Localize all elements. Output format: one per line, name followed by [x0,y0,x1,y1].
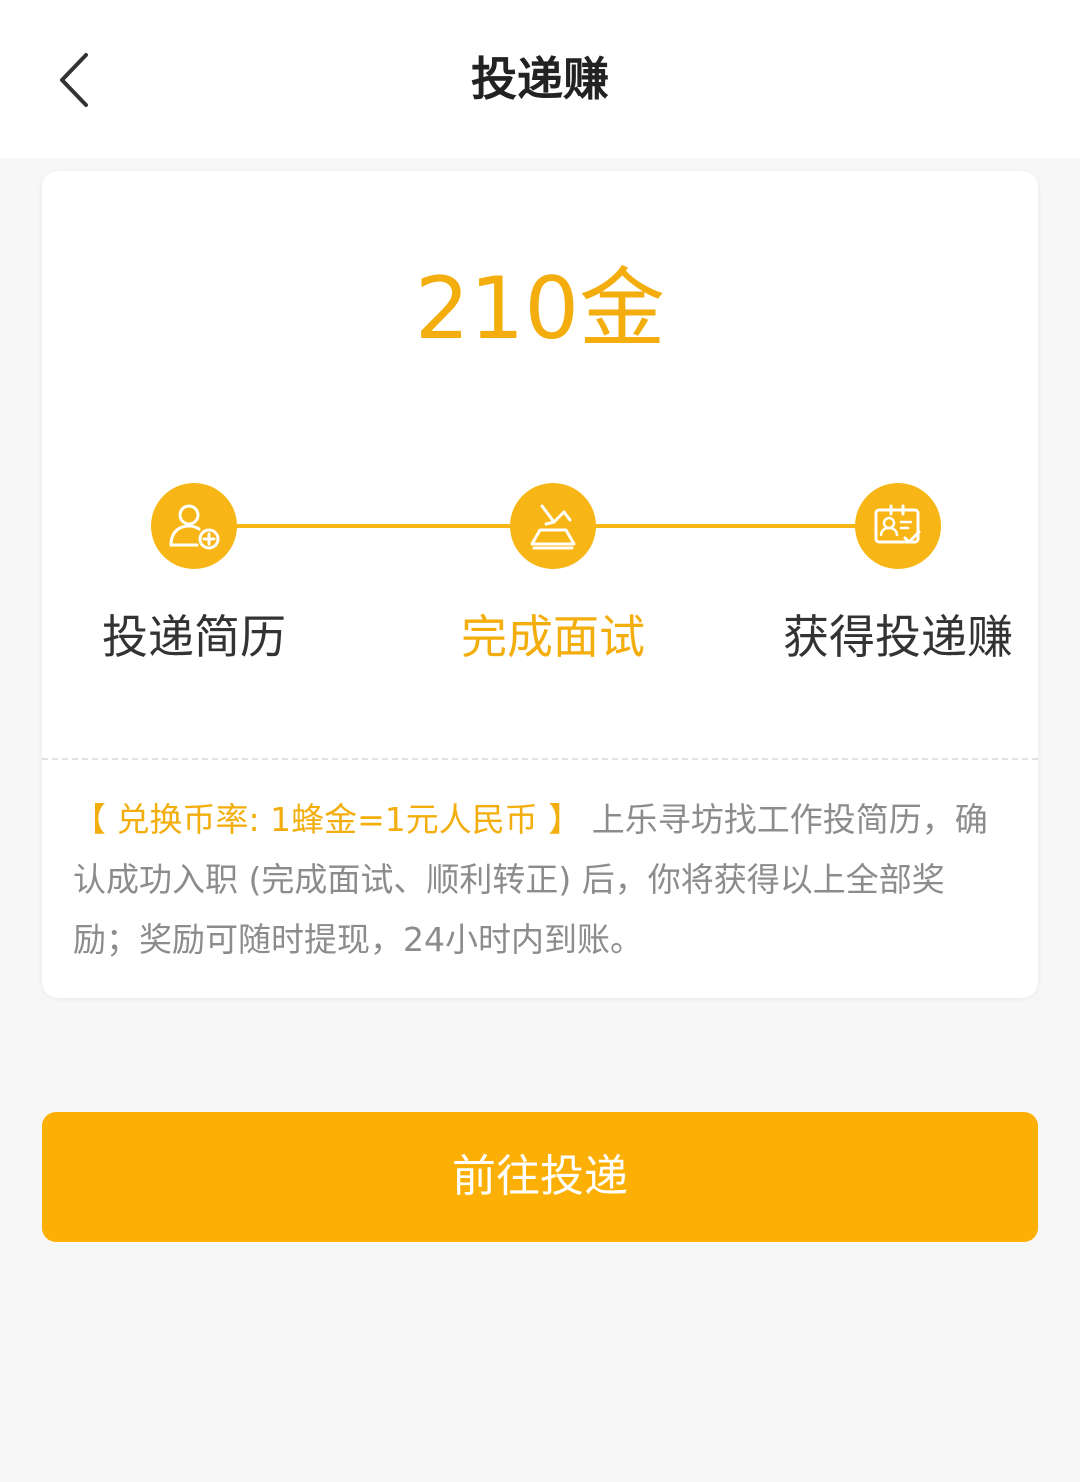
step-label-submit-resume: 投递简历 [102,610,286,664]
step-submit-resume: 投递简历 [44,439,344,664]
reward-amount: 210金 [414,259,666,359]
step-circle [510,483,596,569]
top-bar: 投递赚 [0,0,1080,158]
chevron-left-icon [60,53,88,107]
step-earn-reward: 获得投递赚 [748,439,1038,664]
dashed-divider [42,758,1038,760]
back-button[interactable] [44,40,104,120]
step-label-earn-reward: 获得投递赚 [783,610,1013,664]
reward-info: 【 兑换币率: 1蜂金=1元人民币 】 上乐寻坊找工作投简历，确认成功入职 (完… [73,790,1008,970]
reward-card: 210金 投递简历 完成面试 获得投递赚 【 兑换币率: 1蜂金=1元人民币 】… [42,171,1038,998]
interview-icon [530,504,576,550]
go-deliver-button[interactable]: 前往投递 [42,1112,1038,1242]
step-circle [855,483,941,569]
step-circle [151,483,237,569]
user-add-icon [169,504,220,550]
exchange-rate: 【 兑换币率: 1蜂金=1元人民币 】 [73,800,582,839]
id-card-check-icon [874,504,921,544]
step-label-complete-interview: 完成面试 [461,610,645,664]
step-complete-interview: 完成面试 [403,439,703,664]
page-title: 投递赚 [471,52,609,106]
